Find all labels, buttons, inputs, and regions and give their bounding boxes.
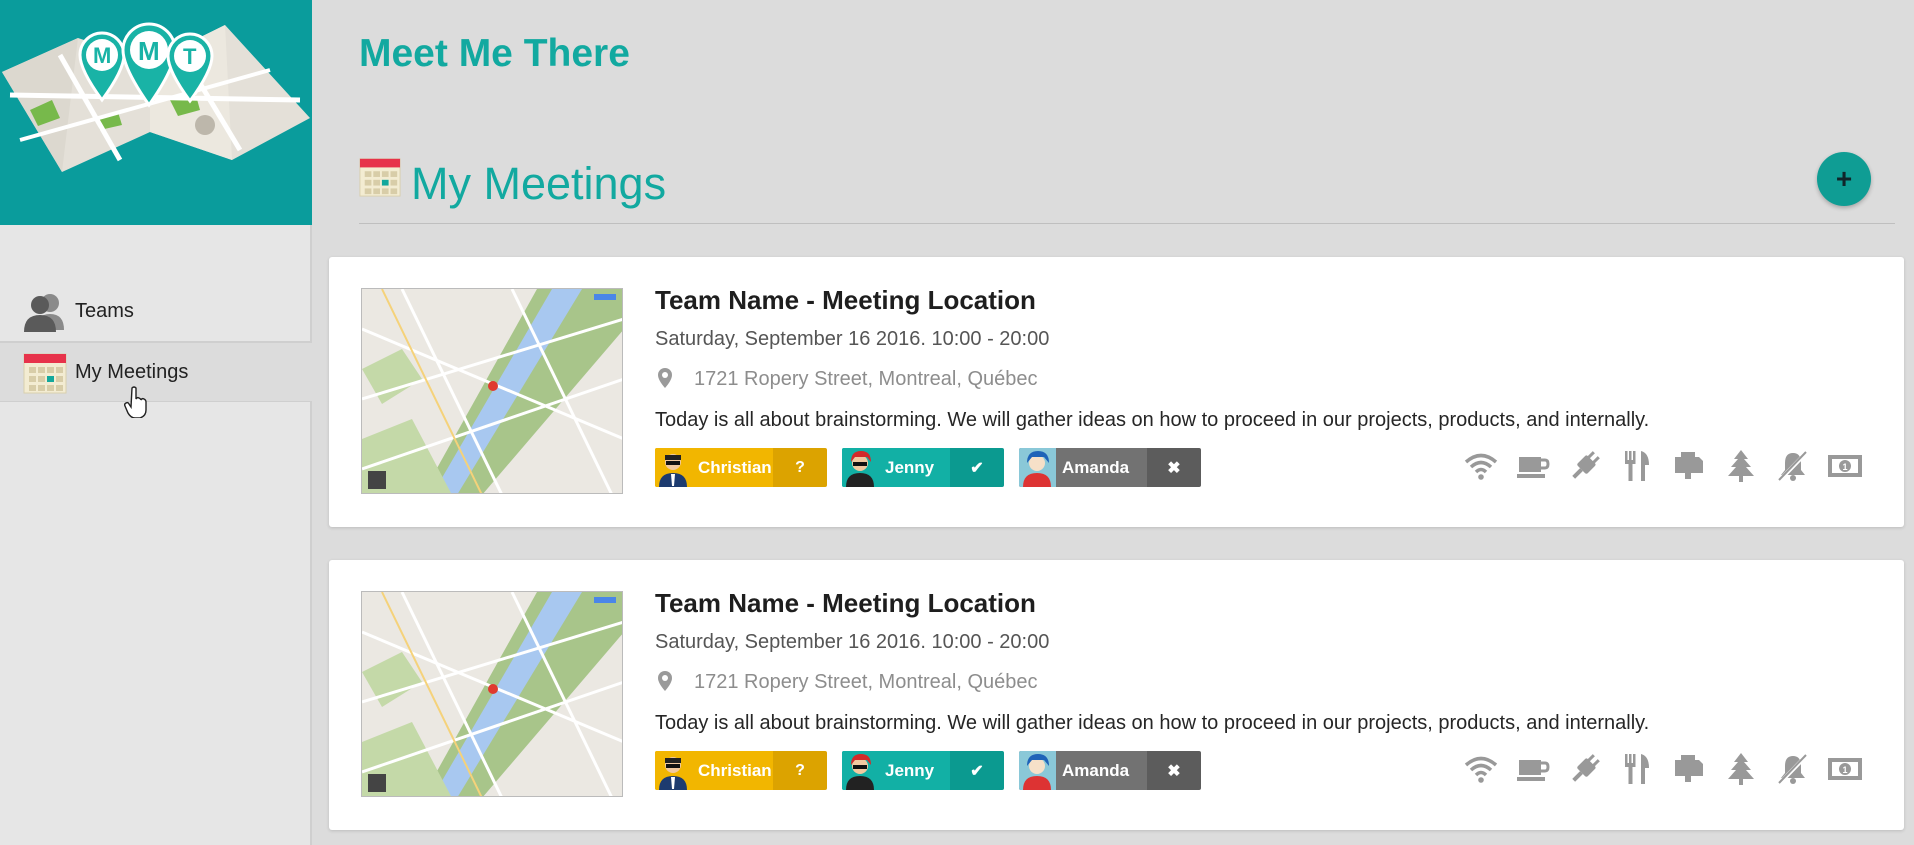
attendee-name: Jenny bbox=[879, 751, 950, 790]
pointer-cursor-icon bbox=[123, 386, 148, 423]
wifi-icon bbox=[1462, 750, 1500, 788]
power-plug-icon bbox=[1566, 447, 1604, 485]
logo-letter-m1: M bbox=[93, 43, 112, 68]
meeting-card[interactable]: Team Name - Meeting Location Saturday, S… bbox=[329, 560, 1904, 830]
sidebar-nav: Teams My Meetings bbox=[0, 282, 312, 402]
attendee-name: Jenny bbox=[879, 448, 950, 487]
meeting-description: Today is all about brainstorming. We wil… bbox=[655, 409, 1650, 431]
map-thumbnail[interactable] bbox=[361, 288, 623, 494]
logo-letter-t: T bbox=[183, 44, 197, 69]
avatar bbox=[842, 751, 879, 790]
sidebar: M M T Teams My Meetings bbox=[0, 0, 312, 845]
outdoor-tree-icon bbox=[1722, 750, 1760, 788]
no-noise-icon bbox=[1774, 750, 1812, 788]
attendee-name: Christian bbox=[692, 751, 773, 790]
avatar bbox=[1019, 751, 1056, 790]
location-pin-icon bbox=[658, 368, 672, 393]
attendee-status-accepted[interactable]: ✔ bbox=[950, 448, 1004, 487]
attendee-status-declined[interactable]: ✖ bbox=[1147, 751, 1201, 790]
restaurant-icon bbox=[1618, 447, 1656, 485]
meeting-description: Today is all about brainstorming. We wil… bbox=[655, 712, 1650, 734]
attendee-name: Christian bbox=[692, 448, 773, 487]
wifi-icon bbox=[1462, 447, 1500, 485]
amenities-row: 1 bbox=[1462, 750, 1864, 788]
app-logo[interactable]: M M T bbox=[0, 0, 312, 225]
attendee-status-maybe[interactable]: ? bbox=[773, 448, 827, 487]
restaurant-icon bbox=[1618, 750, 1656, 788]
attendee-chip-amanda[interactable]: Amanda ✖ bbox=[1019, 751, 1201, 790]
sidebar-item-label: Teams bbox=[75, 300, 134, 322]
avatar bbox=[1019, 448, 1056, 487]
attendee-status-maybe[interactable]: ? bbox=[773, 751, 827, 790]
coffee-icon bbox=[1514, 750, 1552, 788]
calendar-icon bbox=[22, 350, 68, 394]
attendee-chip-amanda[interactable]: Amanda ✖ bbox=[1019, 448, 1201, 487]
sidebar-item-teams[interactable]: Teams bbox=[0, 282, 312, 342]
avatar bbox=[655, 751, 692, 790]
attendee-chip-christian[interactable]: Christian ? bbox=[655, 448, 827, 487]
svg-text:1: 1 bbox=[1842, 462, 1847, 472]
no-noise-icon bbox=[1774, 447, 1812, 485]
section-header: My Meetings + bbox=[359, 150, 1895, 224]
meeting-title[interactable]: Team Name - Meeting Location bbox=[655, 588, 1036, 619]
attendee-name: Amanda bbox=[1056, 751, 1147, 790]
meeting-card[interactable]: Team Name - Meeting Location Saturday, S… bbox=[329, 257, 1904, 527]
printer-icon bbox=[1670, 750, 1708, 788]
attendee-status-declined[interactable]: ✖ bbox=[1147, 448, 1201, 487]
attendee-chip-jenny[interactable]: Jenny ✔ bbox=[842, 751, 1004, 790]
people-icon bbox=[22, 290, 68, 334]
avatar bbox=[842, 448, 879, 487]
meeting-address: 1721 Ropery Street, Montreal, Québec bbox=[694, 368, 1038, 390]
sidebar-item-my-meetings[interactable]: My Meetings bbox=[0, 342, 312, 402]
section-title: My Meetings bbox=[411, 158, 667, 209]
amenities-row: 1 bbox=[1462, 447, 1864, 485]
meeting-address: 1721 Ropery Street, Montreal, Québec bbox=[694, 671, 1038, 693]
svg-text:1: 1 bbox=[1842, 765, 1847, 775]
money-icon: 1 bbox=[1826, 447, 1864, 485]
coffee-icon bbox=[1514, 447, 1552, 485]
sidebar-item-label: My Meetings bbox=[75, 360, 189, 383]
printer-icon bbox=[1670, 447, 1708, 485]
logo-letter-m2: M bbox=[138, 36, 160, 66]
add-meeting-button[interactable]: + bbox=[1817, 152, 1871, 206]
calendar-icon bbox=[359, 154, 401, 203]
attendee-status-accepted[interactable]: ✔ bbox=[950, 751, 1004, 790]
attendee-chip-jenny[interactable]: Jenny ✔ bbox=[842, 448, 1004, 487]
meeting-date: Saturday, September 16 2016. 10:00 - 20:… bbox=[655, 328, 1050, 350]
page-title: Meet Me There bbox=[359, 32, 630, 75]
avatar bbox=[655, 448, 692, 487]
money-icon: 1 bbox=[1826, 750, 1864, 788]
main-content: Meet Me There My Meetings + Team Name - … bbox=[314, 0, 1914, 845]
outdoor-tree-icon bbox=[1722, 447, 1760, 485]
map-thumbnail[interactable] bbox=[361, 591, 623, 797]
meeting-title[interactable]: Team Name - Meeting Location bbox=[655, 285, 1036, 316]
attendee-name: Amanda bbox=[1056, 448, 1147, 487]
location-pin-icon bbox=[658, 671, 672, 696]
meeting-date: Saturday, September 16 2016. 10:00 - 20:… bbox=[655, 631, 1050, 653]
power-plug-icon bbox=[1566, 750, 1604, 788]
attendee-chip-christian[interactable]: Christian ? bbox=[655, 751, 827, 790]
